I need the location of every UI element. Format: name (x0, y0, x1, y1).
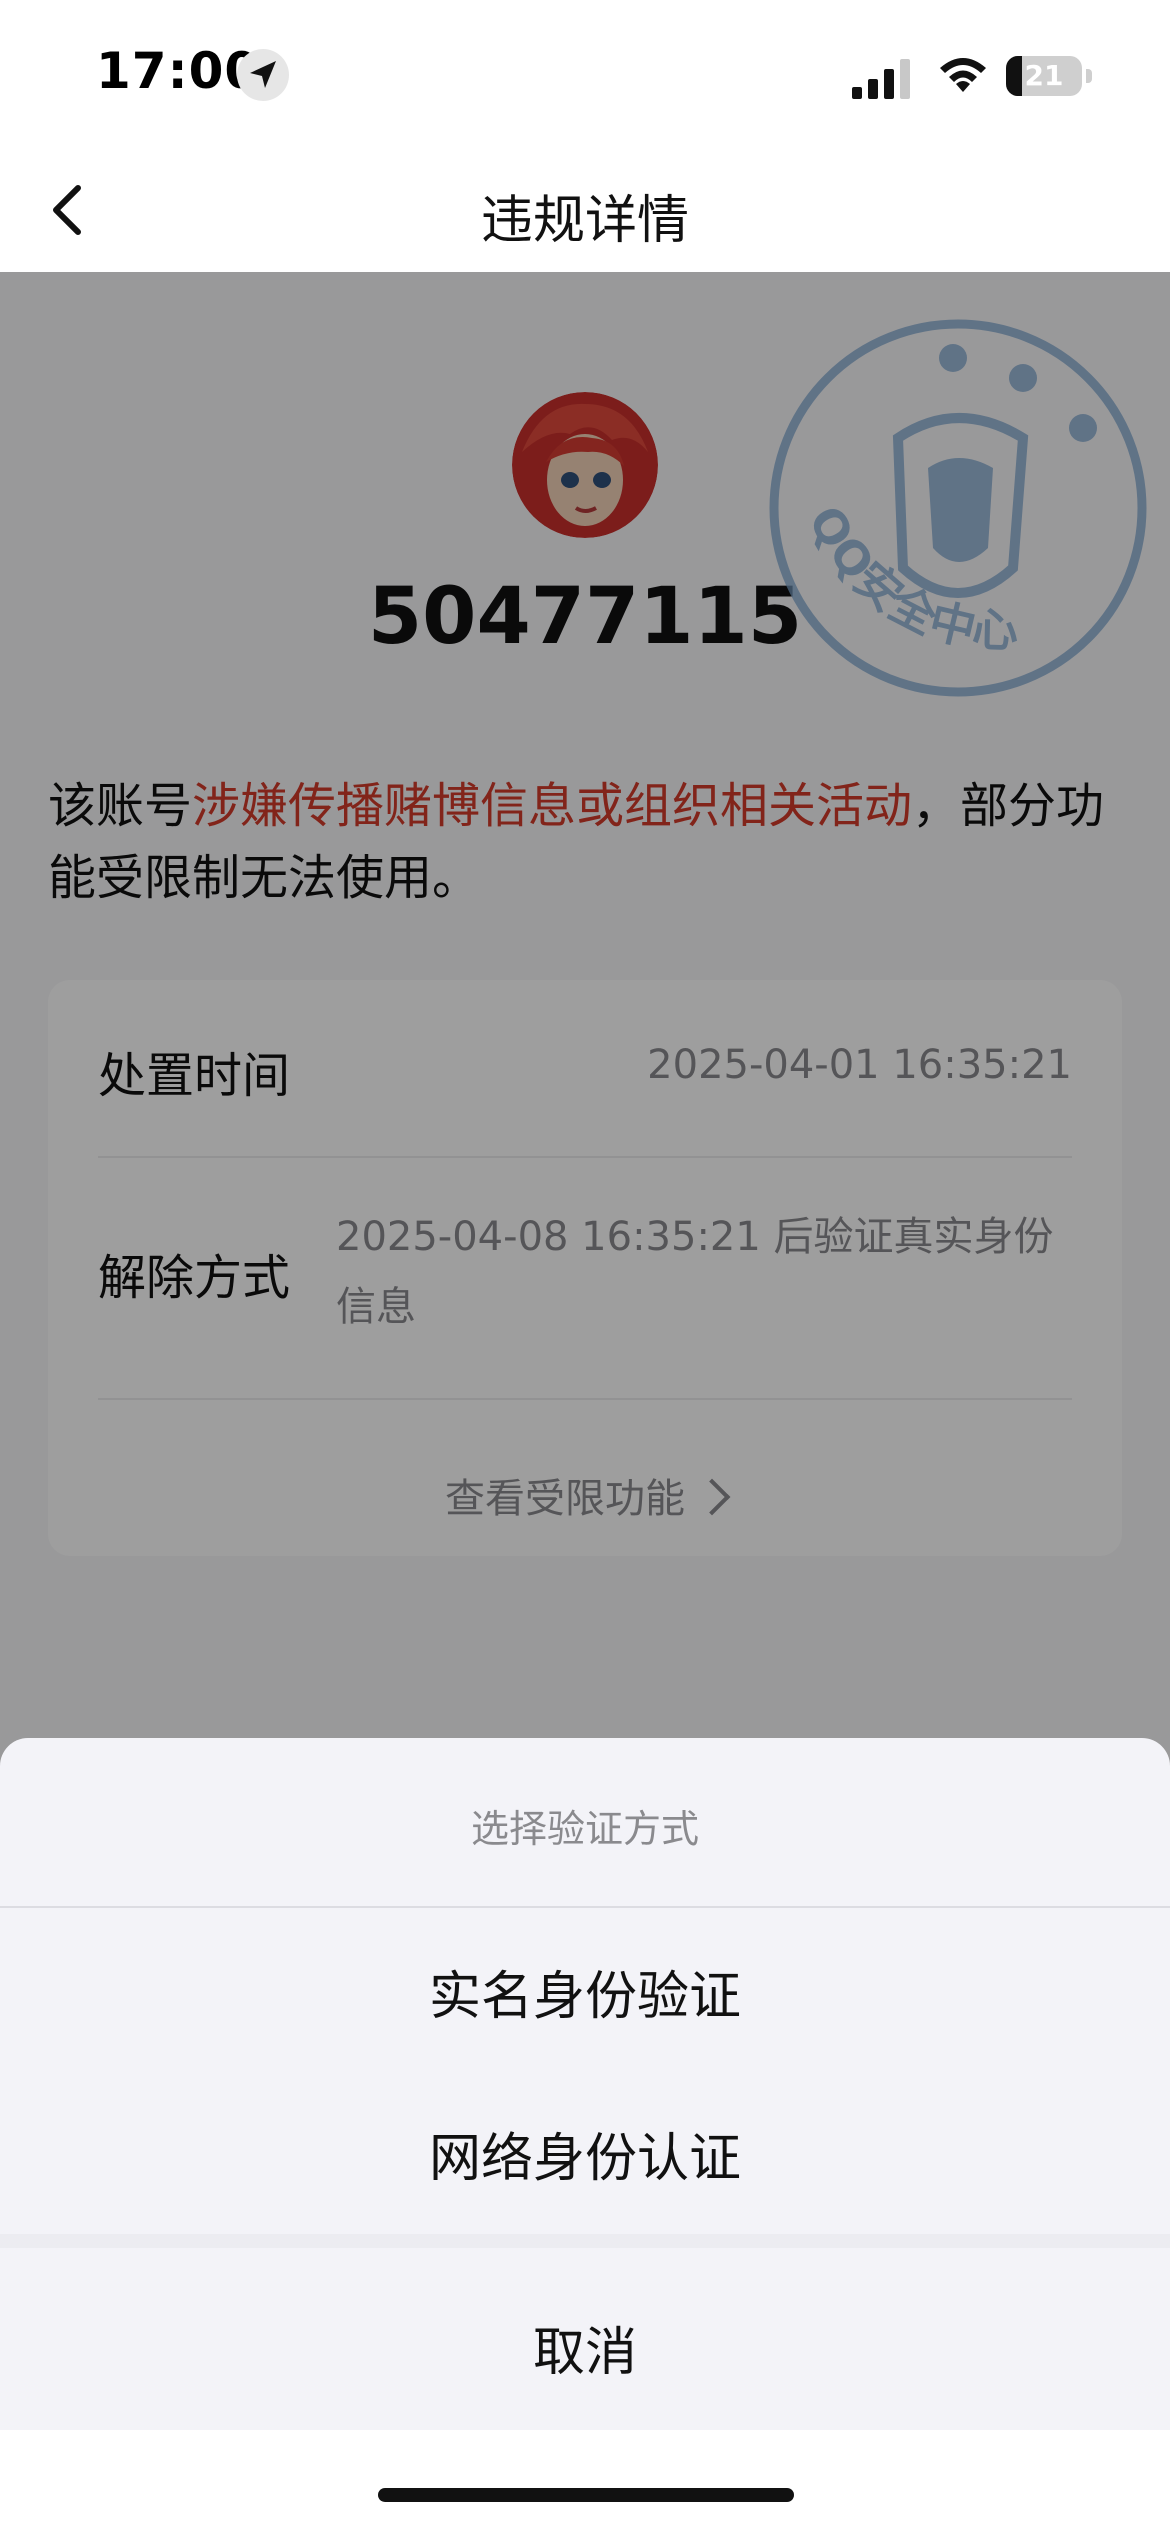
nav-bar: 违规详情 (0, 150, 1170, 272)
wifi-icon (940, 58, 986, 92)
sheet-gap (0, 2234, 1170, 2248)
page-title: 违规详情 (480, 191, 689, 251)
sheet-title: 选择验证方式 (470, 1807, 699, 1851)
cancel-button[interactable]: 取消 (0, 2310, 1170, 2385)
chevron-left-icon[interactable] (30, 170, 110, 250)
real-name-verification-option[interactable]: 实名身份验证 (0, 1954, 1170, 2029)
status-bar: 17:00 21 (0, 0, 1170, 150)
divider (0, 1906, 1170, 1908)
battery-body: 21 (1006, 56, 1082, 96)
battery-tip (1086, 69, 1092, 83)
verification-action-sheet: 选择验证方式 实名身份验证 网络身份认证 取消 (0, 1738, 1170, 2532)
network-identity-option[interactable]: 网络身份认证 (0, 2116, 1170, 2191)
home-area (0, 2430, 1170, 2532)
location-icon (237, 49, 289, 101)
battery-icon: 21 (1006, 56, 1092, 96)
home-indicator[interactable] (378, 2488, 794, 2502)
battery-level: 21 (1024, 59, 1064, 92)
signal-icon (852, 59, 910, 99)
